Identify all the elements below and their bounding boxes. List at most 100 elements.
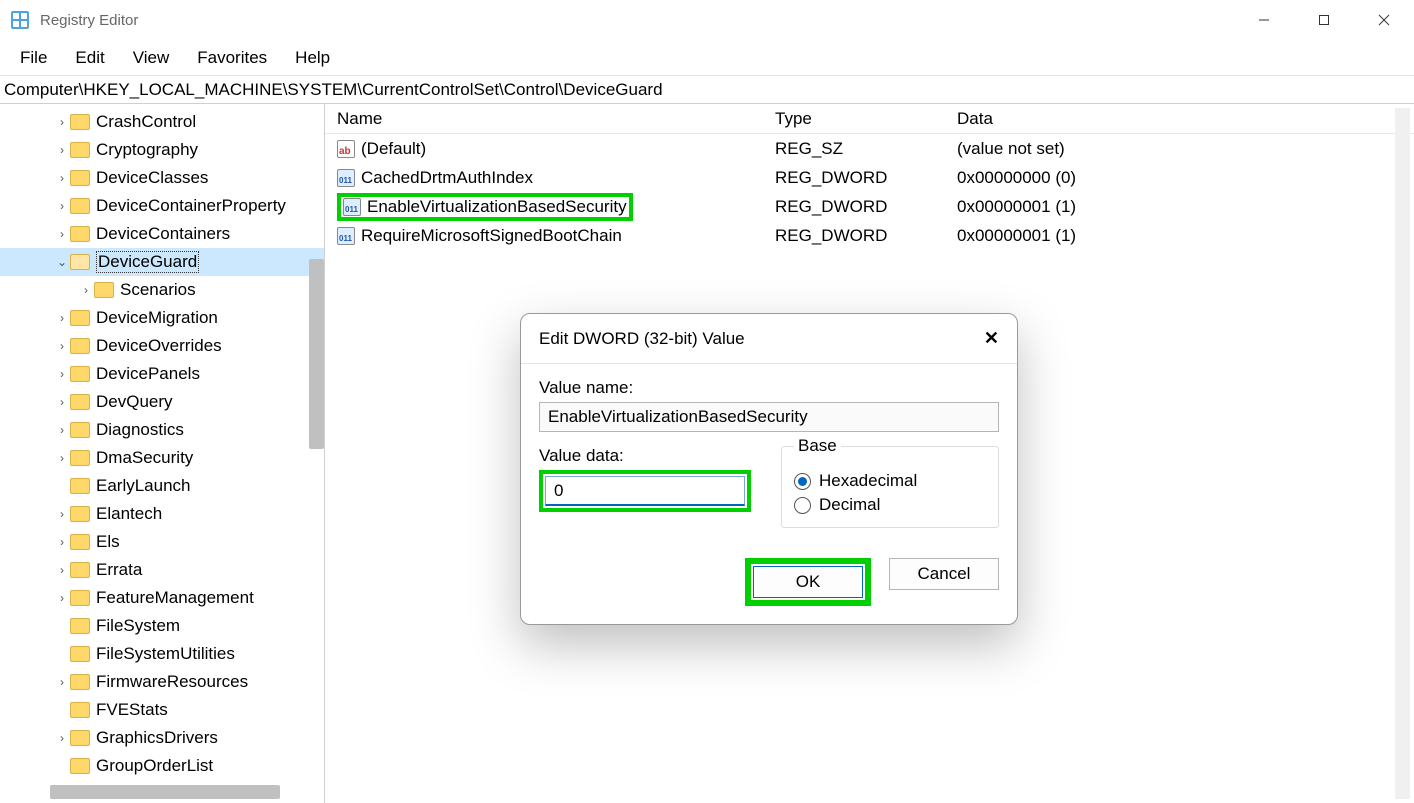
folder-icon: [70, 254, 90, 270]
minimize-button[interactable]: [1234, 0, 1294, 40]
folder-icon: [70, 506, 90, 522]
value-data: (value not set): [957, 139, 1414, 159]
tree-vertical-scrollbar[interactable]: [309, 259, 324, 449]
menu-edit[interactable]: Edit: [63, 44, 116, 72]
value-row[interactable]: (Default)REG_SZ(value not set): [325, 134, 1414, 163]
tree-horizontal-scrollbar[interactable]: [50, 785, 280, 799]
tree-item[interactable]: ›FirmwareResources: [0, 668, 324, 696]
chevron-right-icon[interactable]: ›: [54, 395, 70, 409]
dword-value-icon: [337, 227, 355, 245]
chevron-right-icon[interactable]: ›: [54, 143, 70, 157]
column-header-name[interactable]: Name: [325, 109, 775, 129]
tree-item-label: Cryptography: [96, 140, 198, 160]
chevron-right-icon[interactable]: ›: [54, 451, 70, 465]
maximize-button[interactable]: [1294, 0, 1354, 40]
tree-item[interactable]: ›DeviceContainerProperty: [0, 192, 324, 220]
menu-view[interactable]: View: [121, 44, 182, 72]
folder-icon: [70, 310, 90, 326]
value-row[interactable]: CachedDrtmAuthIndexREG_DWORD0x00000000 (…: [325, 163, 1414, 192]
folder-icon: [70, 338, 90, 354]
column-header-type[interactable]: Type: [775, 109, 957, 129]
value-row[interactable]: RequireMicrosoftSignedBootChainREG_DWORD…: [325, 221, 1414, 250]
tree-item[interactable]: ›FVEStats: [0, 696, 324, 724]
value-name: EnableVirtualizationBasedSecurity: [367, 197, 627, 217]
value-type: REG_SZ: [775, 139, 957, 159]
menu-help[interactable]: Help: [283, 44, 342, 72]
radio-hexadecimal[interactable]: Hexadecimal: [794, 471, 986, 491]
folder-icon: [70, 534, 90, 550]
tree-item[interactable]: ›DmaSecurity: [0, 444, 324, 472]
chevron-right-icon[interactable]: ›: [54, 199, 70, 213]
chevron-right-icon[interactable]: ›: [54, 675, 70, 689]
tree-item[interactable]: ›GroupOrderList: [0, 752, 324, 780]
address-bar[interactable]: Computer\HKEY_LOCAL_MACHINE\SYSTEM\Curre…: [0, 76, 1414, 104]
tree-item[interactable]: ›DeviceContainers: [0, 220, 324, 248]
menu-file[interactable]: File: [8, 44, 59, 72]
chevron-right-icon[interactable]: ›: [78, 283, 94, 297]
folder-icon: [70, 170, 90, 186]
tree-item[interactable]: ›Errata: [0, 556, 324, 584]
tree-item[interactable]: › DeviceOverrides: [0, 332, 324, 360]
chevron-right-icon[interactable]: ›: [54, 227, 70, 241]
tree-item[interactable]: ›EarlyLaunch: [0, 472, 324, 500]
tree-item-label: Scenarios: [120, 280, 196, 300]
dialog-close-icon[interactable]: ✕: [984, 328, 999, 349]
tree-item-label: DeviceClasses: [96, 168, 208, 188]
chevron-down-icon[interactable]: ⌄: [54, 255, 70, 269]
chevron-right-icon[interactable]: ›: [54, 507, 70, 521]
value-name-input[interactable]: [539, 402, 999, 432]
folder-icon: [70, 618, 90, 634]
chevron-right-icon[interactable]: ›: [54, 311, 70, 325]
tree-item-label: Elantech: [96, 504, 162, 524]
tree-item[interactable]: ›DevQuery: [0, 388, 324, 416]
chevron-right-icon[interactable]: ›: [54, 535, 70, 549]
tree-item[interactable]: ›DeviceMigration: [0, 304, 324, 332]
value-data-input[interactable]: [545, 476, 745, 506]
radio-decimal[interactable]: Decimal: [794, 495, 986, 515]
chevron-right-icon[interactable]: ›: [54, 731, 70, 745]
tree-item[interactable]: › Cryptography: [0, 136, 324, 164]
tree-item[interactable]: ›FileSystem: [0, 612, 324, 640]
tree-item[interactable]: ›FeatureManagement: [0, 584, 324, 612]
chevron-right-icon[interactable]: ›: [54, 171, 70, 185]
close-button[interactable]: [1354, 0, 1414, 40]
radio-dec-label: Decimal: [819, 495, 880, 515]
tree-item[interactable]: › Scenarios: [0, 276, 324, 304]
chevron-right-icon[interactable]: ›: [54, 423, 70, 437]
tree-item[interactable]: › DevicePanels: [0, 360, 324, 388]
tree-item-label: CrashControl: [96, 112, 196, 132]
tree-item-label: GroupOrderList: [96, 756, 213, 776]
menu-favorites[interactable]: Favorites: [185, 44, 279, 72]
column-header-data[interactable]: Data: [957, 109, 1414, 129]
folder-icon: [70, 366, 90, 382]
folder-icon: [70, 478, 90, 494]
menubar: File Edit View Favorites Help: [0, 40, 1414, 76]
chevron-right-icon[interactable]: ›: [54, 367, 70, 381]
folder-icon: [70, 450, 90, 466]
tree-item[interactable]: › Elantech: [0, 500, 324, 528]
tree-item[interactable]: › GraphicsDrivers: [0, 724, 324, 752]
value-row[interactable]: EnableVirtualizationBasedSecurityREG_DWO…: [325, 192, 1414, 221]
chevron-right-icon[interactable]: ›: [54, 591, 70, 605]
tree-item[interactable]: ›Diagnostics: [0, 416, 324, 444]
tree-item[interactable]: ›Els: [0, 528, 324, 556]
tree-item[interactable]: ›FileSystemUtilities: [0, 640, 324, 668]
chevron-right-icon[interactable]: ›: [54, 339, 70, 353]
chevron-right-icon[interactable]: ›: [54, 563, 70, 577]
titlebar: Registry Editor: [0, 0, 1414, 40]
list-vertical-scrollbar[interactable]: [1395, 108, 1410, 799]
tree-item-label: DeviceOverrides: [96, 336, 222, 356]
tree-item-label: DevicePanels: [96, 364, 200, 384]
chevron-right-icon[interactable]: ›: [54, 115, 70, 129]
tree-item-label: GraphicsDrivers: [96, 728, 218, 748]
regedit-icon: [10, 10, 30, 30]
tree-item[interactable]: › DeviceClasses: [0, 164, 324, 192]
folder-icon: [70, 394, 90, 410]
ok-button[interactable]: OK: [753, 566, 863, 598]
value-data: 0x00000001 (1): [957, 226, 1414, 246]
folder-icon: [70, 758, 90, 774]
cancel-button[interactable]: Cancel: [889, 558, 999, 590]
tree-item[interactable]: › CrashControl: [0, 108, 324, 136]
folder-icon: [70, 562, 90, 578]
tree-item[interactable]: ⌄DeviceGuard: [0, 248, 324, 276]
